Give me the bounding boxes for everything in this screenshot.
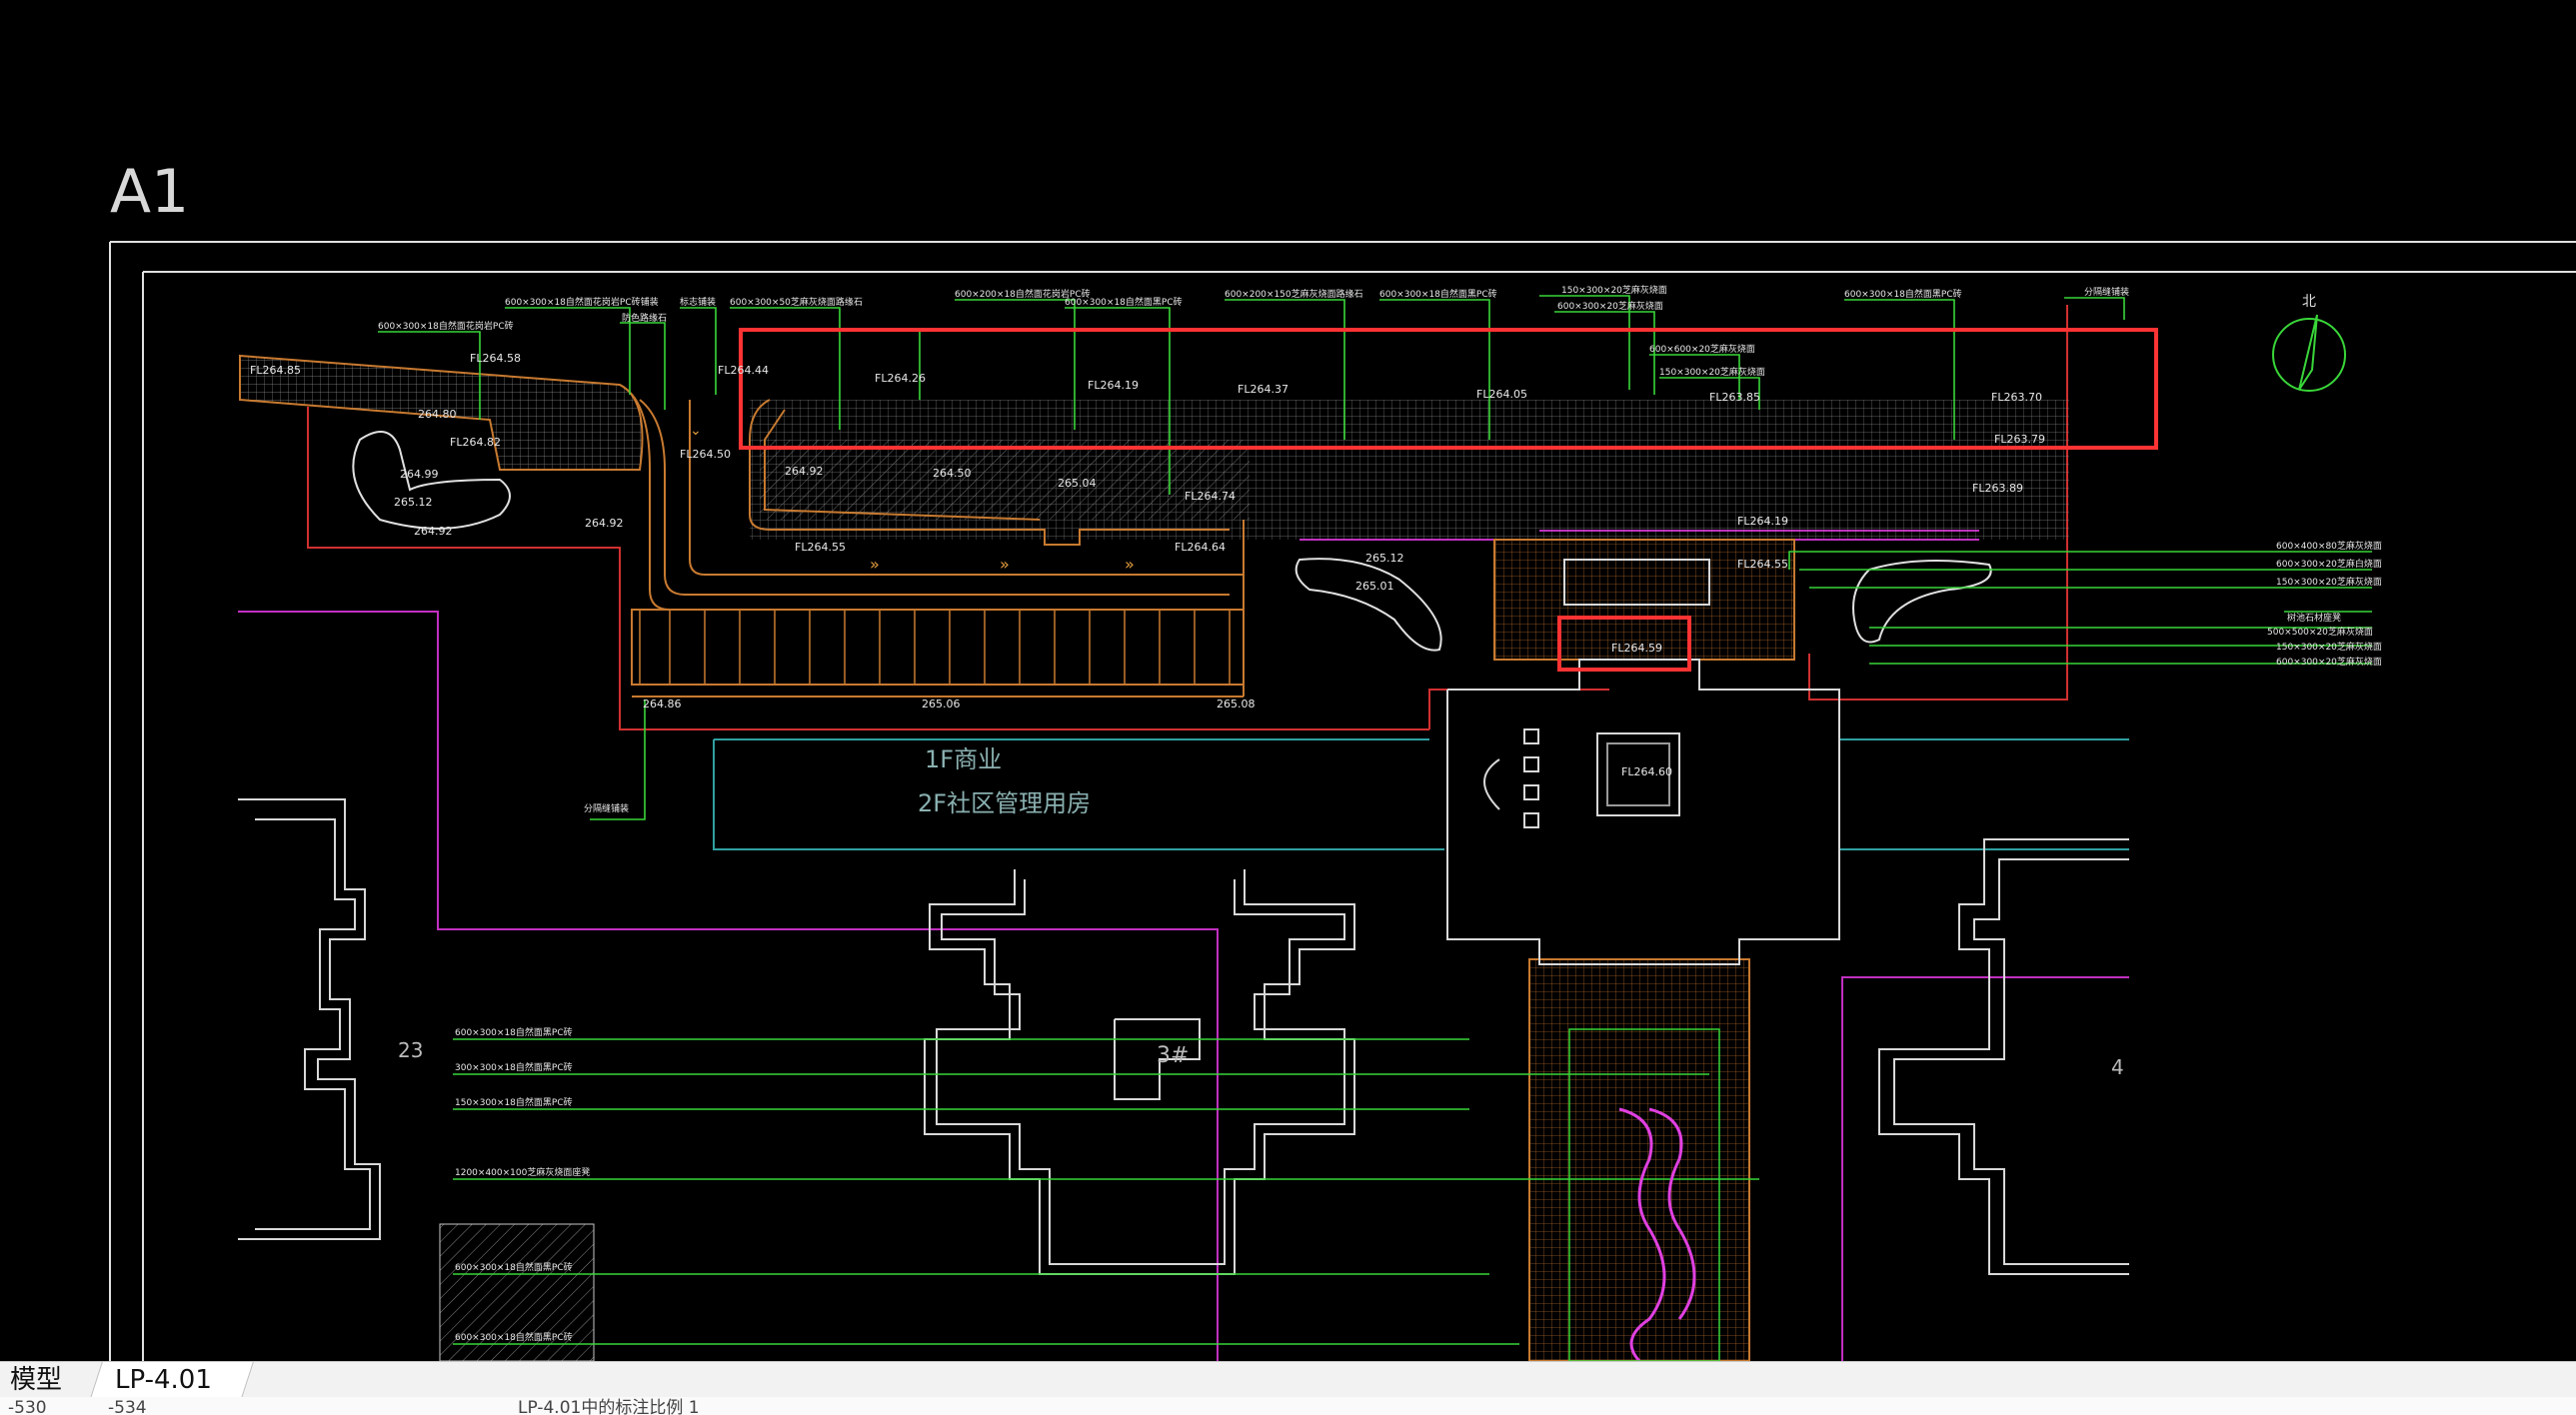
building-num-3: 3# xyxy=(1157,1043,1189,1068)
annotation: 600×300×20芝麻白烧面 xyxy=(2276,558,2382,570)
elev-label: FL264.60 xyxy=(1621,765,1672,778)
annotation: 防色路缘石 xyxy=(622,312,667,324)
elev-label: 265.04 xyxy=(1058,477,1097,490)
annotation: 150×300×20芝麻灰烧面 xyxy=(1659,366,1765,378)
elev-label: FL264.58 xyxy=(470,352,521,365)
annotation: 600×300×20芝麻灰烧面 xyxy=(2276,656,2382,668)
north-arrow: 北 xyxy=(2272,294,2346,392)
annotation: 600×300×18自然面黑PC砖 xyxy=(1379,288,1497,300)
svg-text:»: » xyxy=(870,555,880,574)
parking-stalls xyxy=(639,610,1231,685)
annotation: 600×300×18自然面黑PC砖 xyxy=(1065,296,1183,308)
elev-label: 265.12 xyxy=(1365,552,1404,565)
elev-label: 264.80 xyxy=(418,408,457,421)
elev-label: FL263.70 xyxy=(1991,391,2042,404)
annotation: 600×400×80芝麻灰烧面 xyxy=(2276,540,2382,552)
sheet-title: A1 xyxy=(110,157,189,227)
annotation: 600×600×20芝麻灰烧面 xyxy=(1649,343,1755,355)
elev-label: FL263.79 xyxy=(1994,433,2045,446)
plaza-paving xyxy=(239,354,2069,1361)
elev-label: 264.92 xyxy=(585,517,624,530)
elev-label: FL264.85 xyxy=(250,364,301,377)
elev-label: 264.92 xyxy=(414,525,453,538)
annotation: 1200×400×100芝麻灰烧面座凳 xyxy=(455,1166,590,1178)
tab-model[interactable]: 模型 xyxy=(0,1362,92,1398)
elev-label: FL264.82 xyxy=(450,436,501,449)
svg-text:⌄: ⌄ xyxy=(690,423,702,439)
elev-label: FL264.19 xyxy=(1088,379,1139,392)
annotation: 150×300×20芝麻灰烧面 xyxy=(2276,576,2382,588)
annotation: 600×300×18自然面黑PC砖 xyxy=(455,1331,573,1343)
annotation: 600×300×18自然面黑PC砖 xyxy=(455,1026,573,1038)
elev-label: FL264.05 xyxy=(1476,388,1527,401)
annotation: 150×300×20芝麻灰烧面 xyxy=(1561,284,1667,296)
svg-text:»: » xyxy=(1125,555,1135,574)
tab-model-label: 模型 xyxy=(10,1365,63,1395)
elev-label: FL264.50 xyxy=(680,448,731,461)
annotation: 600×300×18自然面黑PC砖 xyxy=(1844,288,1962,300)
elev-label: 264.86 xyxy=(643,698,682,710)
annotation: 600×300×18自然面花岗岩PC砖铺装 xyxy=(505,296,659,308)
elev-label: FL264.64 xyxy=(1175,541,1226,554)
annotation: 分隔缝铺装 xyxy=(2084,286,2129,298)
drawing-canvas[interactable]: A1 » » » ⌄ 北 1F商业 2F社区管理用房 3# 23 4 FL264… xyxy=(0,0,2576,1361)
cad-drawing: A1 » » »⌄ 北 1F商业 2F社区管理用房 3# 23 4 FL264.… xyxy=(109,157,2576,1361)
annotation: 150×300×18自然面黑PC砖 xyxy=(455,1096,573,1108)
coord-y: -534 xyxy=(108,1398,147,1415)
annotation: 树池石材座凳 xyxy=(2287,612,2341,624)
elev-label: 265.12 xyxy=(394,496,433,509)
coord-x: -530 xyxy=(8,1398,47,1415)
elev-label: FL264.59 xyxy=(1611,642,1662,655)
tab-layout-label: LP-4.01 xyxy=(115,1365,212,1395)
elev-label: FL264.74 xyxy=(1185,490,1236,503)
elev-label: 265.01 xyxy=(1355,580,1394,593)
elev-label: 265.06 xyxy=(922,698,961,710)
annotation: 500×500×20芝麻灰烧面 xyxy=(2267,626,2373,638)
elev-label: 265.08 xyxy=(1217,698,1256,710)
elev-label: FL264.26 xyxy=(875,372,926,385)
annotation: 600×300×18自然面花岗岩PC砖 xyxy=(378,320,514,332)
elev-label: FL263.85 xyxy=(1709,391,1760,404)
elev-label: 264.92 xyxy=(785,465,824,478)
elev-label: FL264.55 xyxy=(795,541,846,554)
status-bar: -530 -534 LP-4.01中的标注比例 1 xyxy=(0,1397,2576,1415)
annotation: 标志铺装 xyxy=(680,296,716,308)
annotation: 600×200×150芝麻灰烧面路缘石 xyxy=(1225,288,1363,300)
annotation: 600×300×20芝麻灰烧面 xyxy=(1557,300,1663,312)
elev-label: 264.50 xyxy=(933,467,972,480)
elev-label: 264.99 xyxy=(400,468,439,481)
annotation: 600×300×18自然面黑PC砖 xyxy=(455,1261,573,1273)
annotation: 150×300×20芝麻灰烧面 xyxy=(2276,641,2382,653)
annotation: 600×300×50芝麻灰烧面路缘石 xyxy=(730,296,863,308)
elev-label: FL264.19 xyxy=(1737,515,1788,528)
building-num-4: 4 xyxy=(2111,1055,2124,1079)
building-num-23: 23 xyxy=(398,1038,423,1062)
north-label: 北 xyxy=(2302,294,2316,310)
elev-label: FL263.89 xyxy=(1972,482,2023,495)
status-message: LP-4.01中的标注比例 1 xyxy=(518,1398,700,1415)
svg-text:»: » xyxy=(1000,555,1010,574)
annotation: 分隔缝铺装 xyxy=(584,802,629,814)
elev-label: FL264.55 xyxy=(1737,558,1788,571)
label-1f: 1F商业 xyxy=(925,745,1002,773)
elev-label: FL264.44 xyxy=(718,364,769,377)
tab-layout-lp-4-01[interactable]: LP-4.01 xyxy=(90,1362,254,1398)
elev-label: FL264.37 xyxy=(1238,383,1288,396)
annotation: 300×300×18自然面黑PC砖 xyxy=(455,1061,573,1073)
layout-tab-bar: 模型 LP-4.01 xyxy=(0,1361,2576,1398)
label-2f: 2F社区管理用房 xyxy=(918,789,1091,817)
